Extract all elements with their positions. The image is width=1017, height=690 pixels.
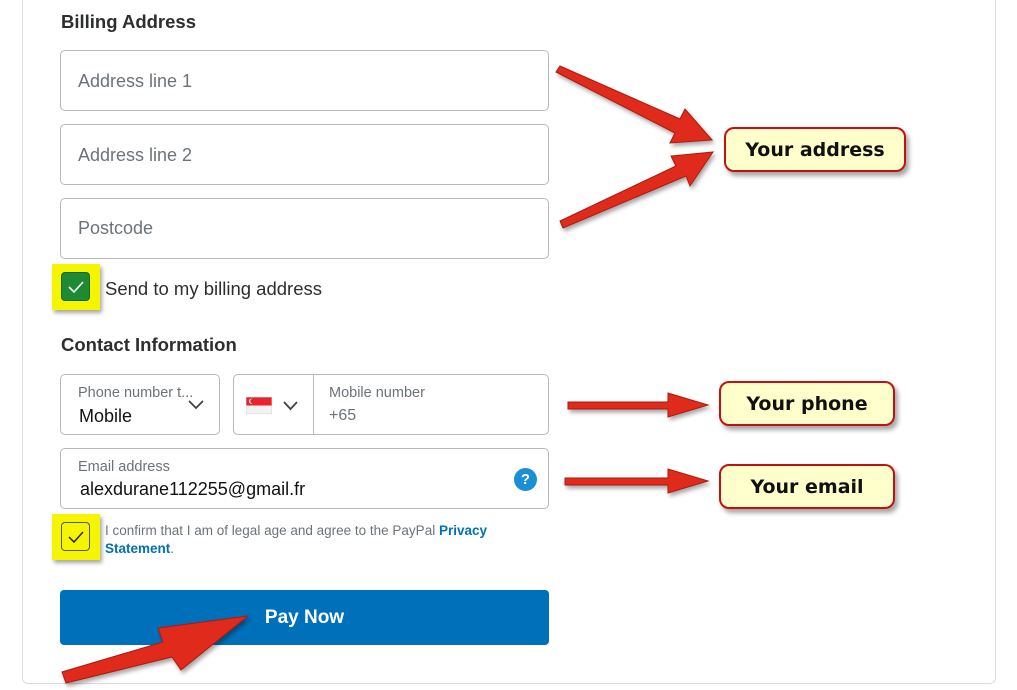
billing-heading: Billing Address [61,11,197,32]
consent-statement: I confirm that I am of legal age and agr… [105,523,439,538]
address-line1-field[interactable]: Address line 1 [60,50,549,111]
pay-now-button[interactable]: Pay Now [60,590,549,645]
contact-heading: Contact Information [61,334,237,355]
send-billing-label: Send to my billing address [105,278,322,299]
mobile-number-label: Mobile number [329,385,425,401]
consent-text: I confirm that I am of legal age and agr… [105,522,535,558]
phone-type-label: Phone number t... [78,385,194,401]
consent-period: . [170,541,175,556]
consent-highlight [52,514,100,560]
address-line2-placeholder: Address line 2 [78,145,193,165]
singapore-flag-icon [246,397,272,414]
country-code-select[interactable] [234,375,314,434]
phone-callout: Your phone [719,381,895,426]
address-line2-field[interactable]: Address line 2 [60,124,549,185]
checkmark-icon [67,530,84,543]
email-label: Email address [78,459,170,475]
address-callout: Your address [724,127,906,172]
send-billing-checkbox[interactable] [61,272,90,301]
send-billing-highlight [52,264,100,310]
phone-type-select[interactable]: Phone number t... Mobile [60,374,220,435]
postcode-placeholder: Postcode [78,218,154,238]
checkmark-icon [67,280,84,293]
consent-checkbox[interactable] [61,522,90,551]
help-icon[interactable]: ? [514,468,537,491]
email-field[interactable]: Email address alexdurane112255@gmail.fr … [60,448,549,509]
chevron-down-icon [188,400,204,410]
chevron-down-icon [283,401,298,411]
mobile-prefix: +65 [329,407,357,424]
email-callout: Your email [719,464,895,509]
phone-type-value: Mobile [79,406,133,426]
email-value: alexdurane112255@gmail.fr [80,479,306,499]
postcode-field[interactable]: Postcode [60,198,549,259]
address-line1-placeholder: Address line 1 [78,71,193,91]
mobile-number-field[interactable]: Mobile number +65 [233,374,549,435]
